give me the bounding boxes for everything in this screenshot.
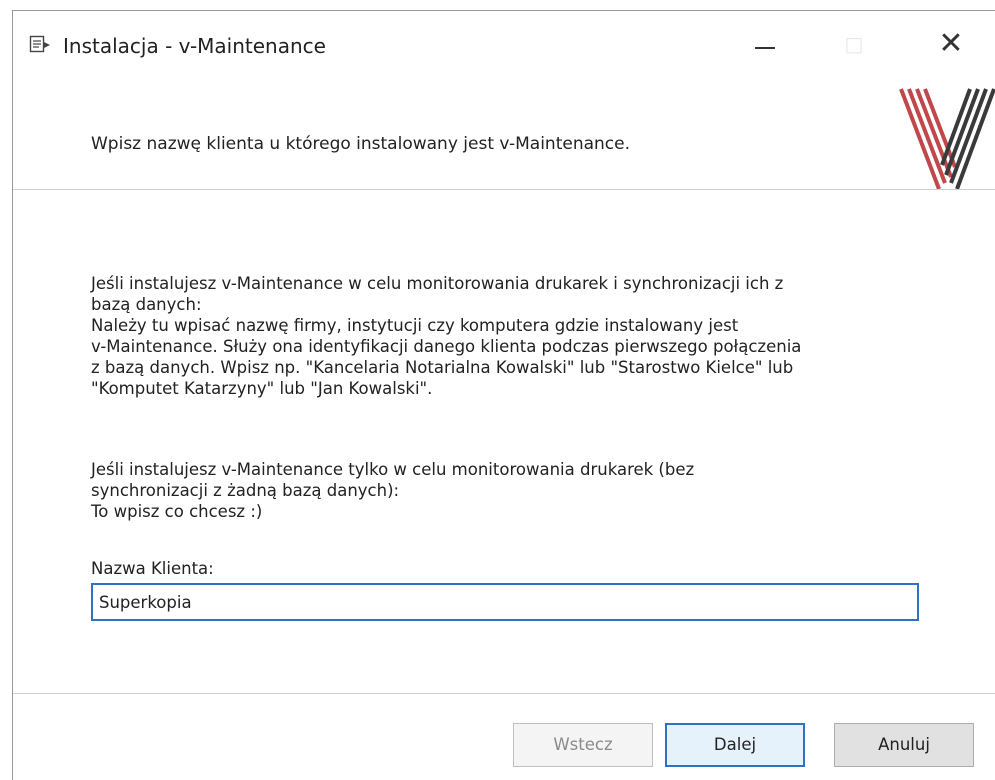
info-line: Jeśli instalujesz v-Maintenance w celu m…	[91, 274, 784, 293]
info-line: To wpisz co chcesz :)	[91, 502, 263, 521]
window-title: Instalacja - v-Maintenance	[63, 34, 326, 58]
installer-icon	[29, 33, 51, 55]
info-paragraph-monitor-only: Jeśli instalujesz v-Maintenance tylko w …	[91, 459, 951, 522]
info-line: bazą danych:	[91, 295, 202, 314]
maximize-button[interactable]: □	[831, 29, 877, 59]
info-line: Należy tu wpisać nazwę firmy, instytucji…	[91, 316, 739, 335]
info-line: "Komputet Katarzyny" lub "Jan Kowalski".	[91, 379, 433, 398]
cancel-button[interactable]: Anuluj	[834, 723, 974, 767]
info-paragraph-sync: Jeśli instalujesz v-Maintenance w celu m…	[91, 273, 951, 399]
v-maintenance-logo	[891, 85, 995, 195]
close-button[interactable]: ✕	[928, 26, 974, 62]
header-divider	[13, 189, 995, 190]
header-instruction: Wpisz nazwę klienta u którego instalowan…	[91, 134, 631, 154]
info-line: z bazą danych. Wpisz np. "Kancelaria Not…	[91, 358, 794, 377]
back-button[interactable]: Wstecz	[513, 723, 653, 767]
info-line: synchronizacji z żadną bazą danych):	[91, 481, 400, 500]
info-line: Jeśli instalujesz v-Maintenance tylko w …	[91, 460, 695, 479]
next-button[interactable]: Dalej	[665, 723, 805, 767]
info-line: v-Maintenance. Służy ona identyfikacji d…	[91, 337, 802, 356]
minimize-button[interactable]	[741, 29, 787, 59]
installer-window: Instalacja - v-Maintenance □ ✕ Wpisz naz…	[12, 10, 995, 780]
title-bar: Instalacja - v-Maintenance □ ✕	[13, 11, 995, 75]
client-name-label: Nazwa Klienta:	[91, 559, 214, 578]
footer-divider	[13, 693, 995, 694]
client-name-input[interactable]	[91, 583, 919, 621]
